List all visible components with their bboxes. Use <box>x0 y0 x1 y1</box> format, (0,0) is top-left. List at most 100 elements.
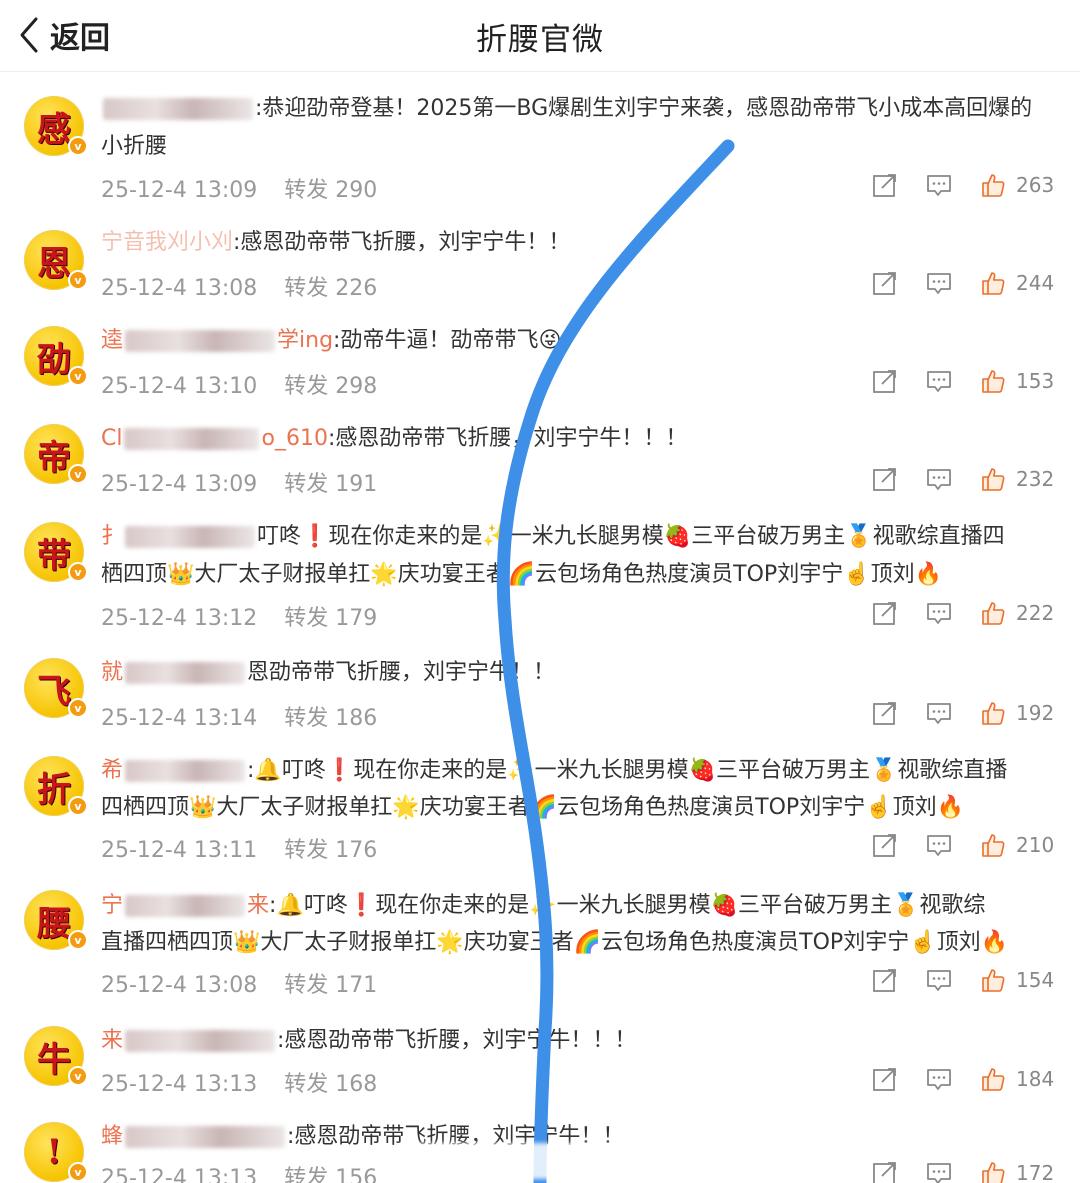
share-icon <box>873 702 896 725</box>
avatar[interactable]: 折 v <box>24 756 88 816</box>
username-suffix[interactable]: 来 <box>247 893 269 918</box>
username[interactable]: 宁音我刈小刈 <box>101 230 233 255</box>
verified-badge-icon: v <box>68 562 88 582</box>
username[interactable]: 宁 <box>101 893 123 918</box>
avatar[interactable]: 恩 v <box>24 230 88 290</box>
comment-button[interactable] <box>926 600 952 626</box>
like-button[interactable]: 153 <box>980 368 1054 394</box>
username-suffix[interactable]: o_610 <box>261 426 327 451</box>
comment-icon <box>927 603 951 624</box>
avatar[interactable]: ! v <box>24 1122 88 1182</box>
like-button[interactable]: 172 <box>980 1160 1054 1183</box>
timestamp: 25-12-4 13:08 <box>101 276 258 301</box>
username[interactable]: 扌 <box>101 524 123 549</box>
timestamp: 25-12-4 13:13 <box>101 1072 258 1097</box>
comment-button[interactable] <box>926 270 952 296</box>
comment-button[interactable] <box>926 466 952 492</box>
username[interactable]: 就 <box>101 660 123 685</box>
username[interactable]: Cl <box>101 426 122 451</box>
username[interactable]: 蜂 <box>101 1124 123 1149</box>
comment-text: 逵 学ing:劭帝牛逼！劭帝带飞😜 <box>101 326 561 356</box>
blurred-username <box>124 428 260 450</box>
like-button[interactable]: 192 <box>980 700 1054 726</box>
repost-count: 转发 156 <box>284 1166 378 1183</box>
like-button[interactable]: 184 <box>980 1066 1054 1092</box>
comment-meta: 25-12-4 13:09 转发 290 <box>101 172 377 204</box>
comment-body: :🔔叮咚❗现在你走来的是✨一米九长腿男模🍓三平台破万男主🏅视歌综直播 <box>247 758 1008 783</box>
like-button[interactable]: 154 <box>980 967 1054 993</box>
comment-button[interactable] <box>926 368 952 394</box>
thumbs-up-icon <box>982 969 1005 992</box>
like-count: 192 <box>1016 701 1055 725</box>
comment-text: :恭迎劭帝登基！2025第一BG爆剧生刘宇宁来袭，感恩劭帝带飞小成本高回爆的 <box>101 94 1032 124</box>
share-button[interactable] <box>872 700 898 726</box>
comment-meta: 25-12-4 13:08 转发 226 <box>101 270 377 302</box>
comment-body: :🔔叮咚❗现在你走来的是✨一米九长腿男模🍓三平台破万男主🏅视歌综 <box>269 893 986 918</box>
avatar[interactable]: 带 v <box>24 522 88 582</box>
like-button[interactable]: 263 <box>980 172 1054 198</box>
comment-text: 来:感恩劭帝带飞折腰，刘宇宁牛！！！ <box>101 1026 636 1056</box>
like-button[interactable]: 210 <box>980 832 1054 858</box>
share-icon <box>873 1068 896 1091</box>
comment-button[interactable] <box>926 1066 952 1092</box>
like-button[interactable]: 222 <box>980 600 1054 626</box>
blurred-username <box>103 98 253 120</box>
timestamp: 25-12-4 13:09 <box>101 178 258 203</box>
username[interactable]: 希 <box>101 758 123 783</box>
avatar-char: 恩 <box>37 243 71 284</box>
thumbs-up-icon <box>982 370 1005 393</box>
like-button[interactable]: 244 <box>980 270 1054 296</box>
avatar[interactable]: 感 v <box>24 96 88 156</box>
share-button[interactable] <box>872 832 898 858</box>
timestamp: 25-12-4 13:11 <box>101 838 258 863</box>
share-button[interactable] <box>872 1160 898 1183</box>
comment-text-continued: 四栖四顶👑大厂太子财报单扛🌟庆功宴王者🌈云包场角色热度演员TOP刘宇宁☝️顶刘🔥 <box>101 795 964 820</box>
comment-text: 宁音我刈小刈:感恩劭帝带飞折腰，刘宇宁牛！！ <box>101 228 570 258</box>
blurred-username <box>125 760 246 782</box>
comment-text: Cl o_610:感恩劭帝带飞折腰，刘宇宁牛！！！ <box>101 424 687 454</box>
avatar[interactable]: 劭 v <box>24 326 88 386</box>
page-title: 折腰官微 <box>476 22 604 58</box>
comment-button[interactable] <box>926 967 952 993</box>
comment-button[interactable] <box>926 1160 952 1183</box>
avatar[interactable]: 飞 v <box>24 658 88 718</box>
username[interactable]: 来 <box>101 1028 123 1053</box>
verified-badge-icon: v <box>68 1162 88 1182</box>
avatar[interactable]: 帝 v <box>24 424 88 484</box>
avatar[interactable]: 牛 v <box>24 1026 88 1086</box>
blurred-username <box>125 895 246 917</box>
comment-meta: 25-12-4 13:11 转发 176 <box>101 832 377 864</box>
comment-button[interactable] <box>926 832 952 858</box>
username[interactable]: 逵 <box>101 328 123 353</box>
thumbs-up-icon <box>982 272 1005 295</box>
comment-button[interactable] <box>926 172 952 198</box>
avatar[interactable]: 腰 v <box>24 890 88 950</box>
avatar-char: 帝 <box>37 437 71 478</box>
share-button[interactable] <box>872 600 898 626</box>
comment-icon <box>927 273 951 294</box>
comment-icon <box>927 371 951 392</box>
comment-text: 就 恩劭帝带飞折腰，刘宇宁牛！！ <box>101 658 555 688</box>
comment-button[interactable] <box>926 700 952 726</box>
share-button[interactable] <box>872 172 898 198</box>
comment-body: 叮咚❗现在你走来的是✨一米九长腿男模🍓三平台破万男主🏅视歌综直播四 <box>257 524 1005 549</box>
avatar-char: 飞 <box>37 671 71 712</box>
share-button[interactable] <box>872 270 898 296</box>
share-button[interactable] <box>872 368 898 394</box>
share-button[interactable] <box>872 967 898 993</box>
share-button[interactable] <box>872 466 898 492</box>
comment-text: 扌 叮咚❗现在你走来的是✨一米九长腿男模🍓三平台破万男主🏅视歌综直播四 <box>101 522 1005 552</box>
like-button[interactable]: 232 <box>980 466 1054 492</box>
repost-count: 转发 186 <box>284 706 378 731</box>
comment-text-continued: 小折腰 <box>101 134 168 159</box>
username-suffix[interactable]: 学ing <box>277 328 333 353</box>
like-count: 232 <box>1016 467 1055 491</box>
share-button[interactable] <box>872 1066 898 1092</box>
blurred-username <box>125 330 276 352</box>
timestamp: 25-12-4 13:08 <box>101 973 258 998</box>
thumbs-up-icon <box>982 174 1005 197</box>
comment-meta: 25-12-4 13:12 转发 179 <box>101 600 377 632</box>
verified-badge-icon: v <box>68 930 88 950</box>
verified-badge-icon: v <box>68 136 88 156</box>
repost-count: 转发 176 <box>284 838 378 863</box>
